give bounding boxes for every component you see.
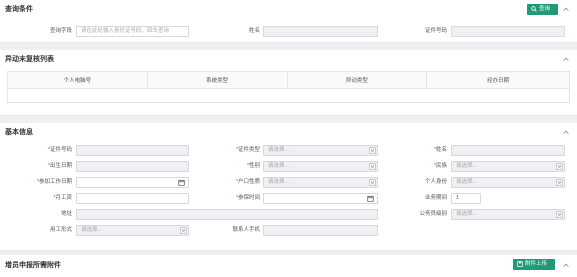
chevron-down-icon[interactable] bbox=[369, 179, 376, 186]
wage-input[interactable] bbox=[76, 193, 189, 204]
birth-date-label: *出生日期 bbox=[47, 163, 72, 169]
address-input bbox=[76, 209, 378, 220]
collapse-chevron-up-icon[interactable] bbox=[562, 128, 570, 136]
query-field-input[interactable]: 请在此处输入身份证号码，回车查询 bbox=[76, 26, 189, 37]
empty-cell bbox=[7, 88, 570, 103]
id-number-input bbox=[76, 145, 189, 156]
query-field-label: 查询字段 bbox=[49, 28, 72, 34]
ethnicity-select[interactable]: 请选择... bbox=[451, 161, 565, 172]
employment-form-select[interactable]: 请选择... bbox=[76, 225, 189, 236]
contact-phone-label: 联系人手机 bbox=[232, 227, 260, 233]
wage-label: *月工资 bbox=[53, 195, 72, 201]
basic-info-title: 基本信息 bbox=[5, 129, 33, 136]
ethnicity-label: *民族 bbox=[433, 163, 447, 169]
query-name-input bbox=[263, 26, 378, 37]
insured-time-label: *参保时间 bbox=[235, 195, 260, 201]
chevron-down-icon[interactable] bbox=[369, 163, 376, 170]
name-input bbox=[451, 145, 565, 156]
column-header[interactable]: 个人电脑号 bbox=[7, 71, 148, 89]
basic-info-panel: 基本信息 *证件号码 *证件类型 请选择... *姓名 *出生日期 *性别 请选… bbox=[0, 123, 577, 251]
work-start-date-input[interactable] bbox=[76, 177, 189, 188]
calendar-icon[interactable] bbox=[367, 195, 374, 202]
civil-level-label: 公务员级别 bbox=[419, 211, 447, 217]
pending-panel-title: 异动未复核列表 bbox=[5, 56, 54, 63]
business-period-label: 业务期间 bbox=[424, 195, 447, 201]
upload-icon bbox=[517, 261, 523, 267]
household-label: *户口性质 bbox=[235, 179, 260, 185]
calendar-icon[interactable] bbox=[178, 179, 185, 186]
chevron-down-icon[interactable] bbox=[556, 179, 563, 186]
collapse-chevron-up-icon[interactable] bbox=[562, 55, 570, 63]
work-start-date-label: *参加工作日期 bbox=[36, 179, 72, 185]
attachments-panel: 增员申报所需附件 附件上传 bbox=[0, 255, 577, 277]
id-type-select[interactable]: 请选择... bbox=[263, 145, 378, 156]
pending-panel: 异动未复核列表 个人电脑号 系统类型 异动类型 经办日期 bbox=[0, 50, 577, 116]
identity-select[interactable]: 请选择... bbox=[451, 177, 565, 188]
contact-phone-input bbox=[263, 225, 378, 236]
query-name-label: 姓名 bbox=[248, 28, 260, 34]
query-panel-title: 查询条件 bbox=[5, 6, 33, 13]
search-icon bbox=[531, 6, 537, 12]
query-id-label: 证件号码 bbox=[424, 28, 447, 34]
chevron-down-icon[interactable] bbox=[369, 147, 376, 154]
id-type-label: *证件类型 bbox=[235, 147, 260, 153]
civil-level-select[interactable]: 请选择... bbox=[451, 209, 565, 220]
birth-date-input bbox=[76, 161, 189, 172]
upload-button-label: 附件上传 bbox=[525, 261, 548, 267]
chevron-down-icon[interactable] bbox=[556, 211, 563, 218]
column-header[interactable]: 异动类型 bbox=[286, 71, 428, 89]
gender-select[interactable]: 请选择... bbox=[263, 161, 378, 172]
id-number-label: *证件号码 bbox=[47, 147, 72, 153]
attachments-title: 增员申报所需附件 bbox=[5, 262, 61, 269]
query-panel: 查询条件 查询 查询字段 请在此处输入身份证号码，回车查询 姓名 证件号码 bbox=[0, 0, 577, 43]
household-select[interactable]: 请选择... bbox=[263, 177, 378, 188]
table-header-row: 个人电脑号 系统类型 异动类型 经办日期 bbox=[7, 71, 570, 89]
table-row bbox=[7, 88, 570, 103]
identity-label: 个人身份 bbox=[424, 179, 447, 185]
pending-table: 个人电脑号 系统类型 异动类型 经办日期 bbox=[7, 71, 570, 103]
column-header[interactable]: 经办日期 bbox=[426, 71, 570, 89]
column-header[interactable]: 系统类型 bbox=[146, 71, 288, 89]
collapse-chevron-up-icon[interactable] bbox=[562, 5, 570, 13]
employment-form-label: 用工形式 bbox=[49, 227, 72, 233]
chevron-down-icon[interactable] bbox=[556, 163, 563, 170]
name-label: *姓名 bbox=[433, 147, 447, 153]
business-period-input[interactable]: 1 bbox=[451, 193, 481, 204]
query-id-input bbox=[451, 26, 565, 37]
gender-label: *性别 bbox=[246, 163, 260, 169]
collapse-chevron-up-icon[interactable] bbox=[562, 261, 570, 269]
address-label: 地址 bbox=[60, 211, 72, 217]
search-button[interactable]: 查询 bbox=[527, 4, 558, 15]
upload-attachment-button[interactable]: 附件上传 bbox=[513, 259, 555, 270]
search-button-label: 查询 bbox=[539, 6, 551, 12]
chevron-down-icon[interactable] bbox=[180, 227, 187, 234]
insured-time-input[interactable] bbox=[263, 193, 378, 204]
